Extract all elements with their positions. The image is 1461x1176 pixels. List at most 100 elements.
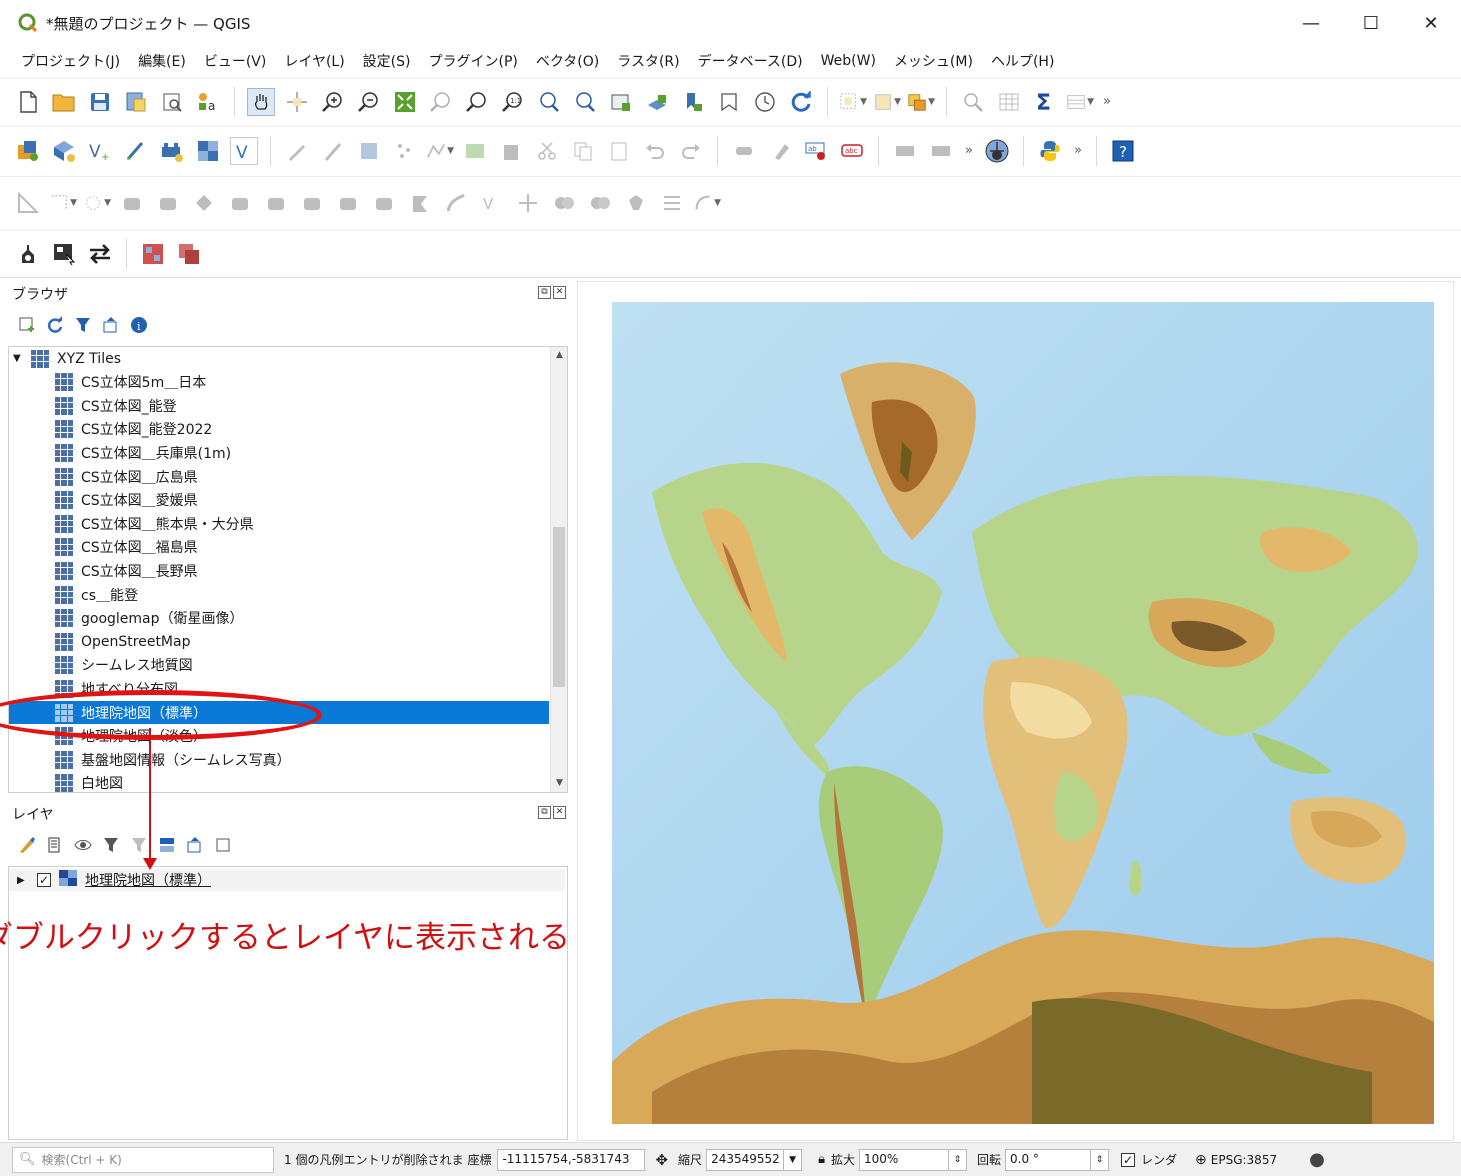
- select-features-icon[interactable]: ▼: [839, 88, 867, 116]
- locator-search-input[interactable]: 🔍︎ 検索(Ctrl + K): [12, 1146, 274, 1173]
- menu-raster[interactable]: ラスタ(R): [608, 51, 688, 71]
- tree-item[interactable]: 地すべり分布図: [9, 677, 549, 700]
- zoom-to-layer-icon[interactable]: [463, 88, 491, 116]
- split-features-icon[interactable]: V: [478, 189, 506, 217]
- menu-plugins[interactable]: プラグイン(P): [419, 51, 526, 71]
- tree-item[interactable]: 白地図: [9, 772, 549, 792]
- toggle-editing-icon[interactable]: [319, 137, 347, 165]
- layer-expand-icon[interactable]: ▶: [17, 875, 31, 886]
- temporal-controller-icon[interactable]: [751, 88, 779, 116]
- pan-icon[interactable]: [247, 87, 275, 116]
- collapse-layers-icon[interactable]: [184, 834, 206, 856]
- magnifier-spinner-icon[interactable]: ⇕: [949, 1148, 967, 1171]
- sum-icon[interactable]: Σ: [1031, 88, 1059, 116]
- offset-point-icon[interactable]: [658, 189, 686, 217]
- browser-scrollbar[interactable]: ▲ ▼: [550, 347, 567, 792]
- tree-item[interactable]: CS立体図＿長野県: [9, 559, 549, 582]
- new-temp-layer-icon[interactable]: [122, 137, 150, 165]
- tree-item[interactable]: googlemap（衛星画像）: [9, 607, 549, 630]
- menu-project[interactable]: プロジェクト(J): [12, 51, 129, 71]
- menu-settings[interactable]: 設定(S): [354, 51, 420, 71]
- vertex-tool-icon[interactable]: [461, 137, 489, 165]
- new-shapefile-icon[interactable]: V +: [86, 137, 114, 165]
- help-icon[interactable]: ?: [1109, 137, 1137, 165]
- close-layers-button[interactable]: ✕: [553, 806, 566, 819]
- trim-extend-icon[interactable]: ▼: [693, 189, 721, 217]
- menu-mesh[interactable]: メッシュ(M): [885, 51, 982, 71]
- messages-icon[interactable]: ●: [1309, 1149, 1325, 1170]
- select-by-expression-icon[interactable]: ▼: [907, 88, 935, 116]
- tree-item[interactable]: CS立体図＿広島県: [9, 465, 549, 488]
- cut-features-icon[interactable]: [533, 137, 561, 165]
- deselect-icon[interactable]: ▼: [873, 88, 901, 116]
- new-map-view-icon[interactable]: [607, 88, 635, 116]
- zoom-next-icon[interactable]: [571, 88, 599, 116]
- python-icon[interactable]: [1036, 137, 1064, 165]
- zoom-native-icon[interactable]: 1:1: [499, 88, 527, 116]
- toolbar-overflow-3-icon[interactable]: »: [1074, 143, 1082, 158]
- maximize-button[interactable]: ☐: [1341, 0, 1401, 46]
- add-ring-icon[interactable]: [226, 189, 254, 217]
- fill-ring-icon[interactable]: [298, 189, 326, 217]
- scale-dropdown-icon[interactable]: ▼: [784, 1148, 803, 1171]
- browser-tree[interactable]: ▼ XYZ Tiles CS立体図5m＿日本 CS立体図_能登 CS立体図_能登20…: [8, 346, 568, 793]
- crs-label[interactable]: EPSG:3857: [1211, 1153, 1277, 1167]
- crs-globe-icon[interactable]: ⊕: [1195, 1152, 1207, 1168]
- new-3d-view-icon[interactable]: [643, 88, 671, 116]
- filter-browser-icon[interactable]: [72, 314, 94, 336]
- add-part-icon[interactable]: [262, 189, 290, 217]
- save-as-icon[interactable]: [122, 88, 150, 116]
- collapse-all-icon[interactable]: [100, 314, 122, 336]
- delete-selected-icon[interactable]: [497, 137, 525, 165]
- scroll-down-icon[interactable]: ▼: [551, 775, 567, 792]
- tree-item[interactable]: CS立体図＿熊本県・大分県: [9, 512, 549, 535]
- tree-root-xyz[interactable]: ▼ XYZ Tiles: [9, 347, 549, 370]
- magnifier-field[interactable]: 100%: [859, 1148, 949, 1171]
- paste-features-icon[interactable]: [605, 137, 633, 165]
- menu-view[interactable]: ビュー(V): [195, 51, 276, 71]
- minimize-button[interactable]: —: [1281, 0, 1341, 46]
- tree-item[interactable]: cs＿能登: [9, 583, 549, 606]
- georeferencer-icon[interactable]: [14, 240, 42, 268]
- save-edits-icon[interactable]: [355, 137, 383, 165]
- menu-help[interactable]: ヘルプ(H): [982, 51, 1063, 71]
- zoom-out-icon[interactable]: [355, 88, 383, 116]
- toolbar-overflow-icon[interactable]: »: [1103, 94, 1111, 109]
- tree-item[interactable]: 地理院地図（標準）: [9, 701, 549, 724]
- tree-item[interactable]: CS立体図_能登2022: [9, 418, 549, 441]
- move-feature-icon[interactable]: [118, 189, 146, 217]
- tree-item[interactable]: CS立体図_能登: [9, 394, 549, 417]
- redo-icon[interactable]: [677, 137, 705, 165]
- identify-icon[interactable]: [959, 88, 987, 116]
- scroll-up-icon[interactable]: ▲: [551, 347, 567, 364]
- close-browser-button[interactable]: ✕: [553, 286, 566, 299]
- add-vector-tiles-icon[interactable]: V: [230, 136, 258, 165]
- plugin-manager-icon[interactable]: [983, 137, 1011, 165]
- add-selected-layers-icon[interactable]: [16, 314, 38, 336]
- tree-item[interactable]: CS立体図5m＿日本: [9, 371, 549, 394]
- toolbar-overflow-2-icon[interactable]: »: [965, 143, 973, 158]
- expand-all-icon[interactable]: [156, 834, 178, 856]
- map-canvas[interactable]: [577, 281, 1454, 1141]
- style-manager-icon[interactable]: a: [194, 88, 222, 116]
- tree-item[interactable]: 基盤地図情報（シームレス写真）: [9, 748, 549, 771]
- menu-layer[interactable]: レイヤ(L): [275, 51, 353, 71]
- new-project-icon[interactable]: [14, 88, 42, 116]
- layer-visibility-checkbox[interactable]: ✓: [37, 873, 51, 887]
- layers-list[interactable]: ▶ ✓ 地理院地図（標準）: [8, 866, 568, 1140]
- menu-vector[interactable]: ベクタ(O): [527, 51, 608, 71]
- close-button[interactable]: ✕: [1401, 0, 1461, 46]
- add-group-icon[interactable]: [44, 834, 66, 856]
- rotate-symbols-icon[interactable]: [622, 189, 650, 217]
- tree-item[interactable]: シームレス地質図: [9, 654, 549, 677]
- copy-features-icon[interactable]: [569, 137, 597, 165]
- coordinate-field[interactable]: -11115754,-5831743: [497, 1148, 646, 1171]
- menu-database[interactable]: データベース(D): [689, 51, 812, 71]
- mouse-coordinate-toggle-icon[interactable]: ✥: [655, 1151, 668, 1169]
- refresh-icon[interactable]: [787, 88, 815, 116]
- offset-curve-icon[interactable]: [442, 189, 470, 217]
- save-project-icon[interactable]: [86, 88, 114, 116]
- rotation-spinner-icon[interactable]: ⇕: [1091, 1148, 1110, 1171]
- label-tool-icon[interactable]: [730, 137, 758, 165]
- undock-browser-button[interactable]: ⧉: [538, 286, 551, 299]
